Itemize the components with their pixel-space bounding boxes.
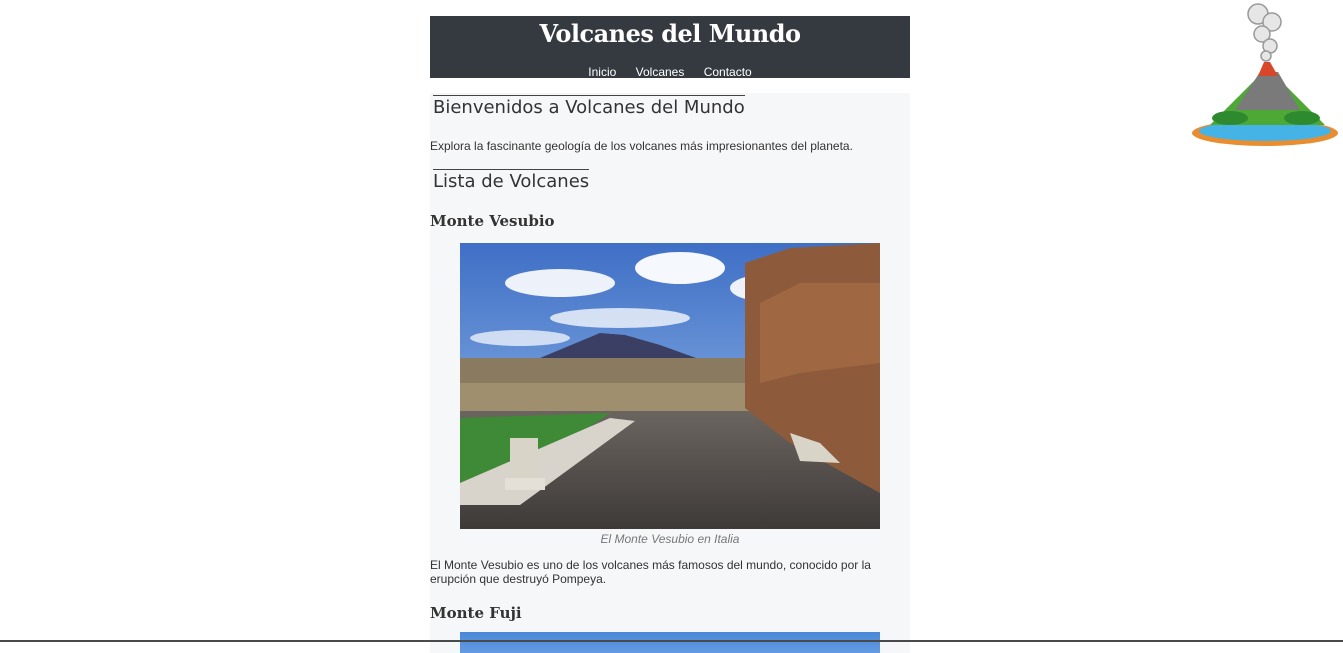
nav-link-contacto[interactable]: Contacto	[704, 65, 752, 79]
welcome-title: Bienvenidos a Volcanes del Mundo	[433, 95, 745, 118]
vesubio-figure: El Monte Vesubio en Italia	[460, 243, 880, 546]
nav-link-inicio[interactable]: Inicio	[588, 65, 616, 79]
volcano-name-fuji: Monte Fuji	[430, 604, 522, 622]
volcano-name-vesubio: Monte Vesubio	[430, 212, 555, 230]
welcome-text: Explora la fascinante geología de los vo…	[430, 139, 853, 153]
vesubio-caption: El Monte Vesubio en Italia	[600, 532, 740, 546]
volcano-list-title: Lista de Volcanes	[433, 169, 590, 192]
vesubio-photo	[460, 243, 880, 529]
fuji-photo	[460, 632, 880, 653]
main-nav: Inicio Volcanes Contacto	[430, 65, 910, 79]
vesubio-description: El Monte Vesubio es uno de los volcanes …	[430, 558, 871, 586]
nav-link-volcanes[interactable]: Volcanes	[636, 65, 685, 79]
site-title: Volcanes del Mundo	[539, 19, 801, 48]
volcano-logo-icon	[1190, 0, 1340, 150]
page-container: Volcanes del Mundo Inicio Volcanes Conta…	[430, 16, 910, 653]
site-header: Volcanes del Mundo Inicio Volcanes Conta…	[430, 16, 910, 79]
main-content: Bienvenidos a Volcanes del Mundo Explora…	[430, 93, 910, 653]
